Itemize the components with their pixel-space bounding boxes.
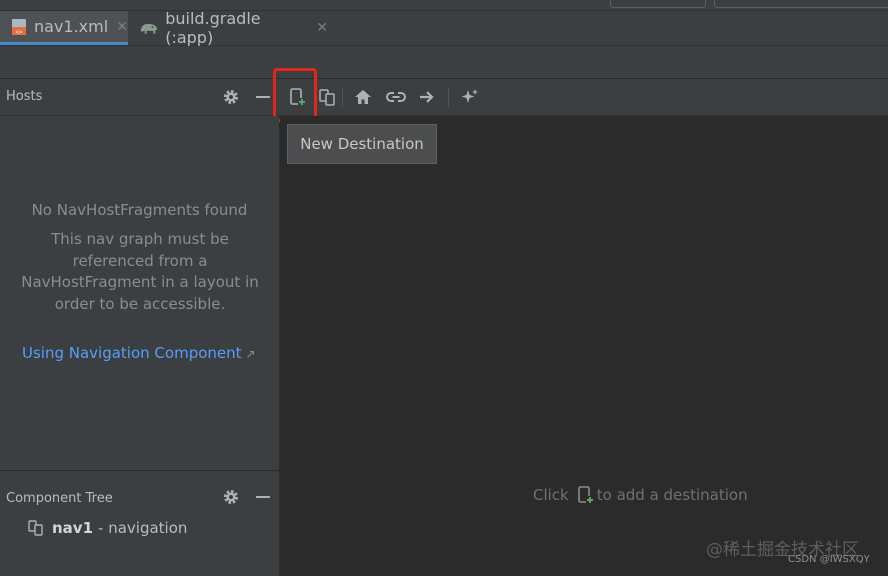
device-dropdown[interactable] <box>714 0 888 8</box>
link-icon[interactable] <box>384 85 408 109</box>
new-destination-icon[interactable] <box>575 485 595 505</box>
close-icon[interactable]: ✕ <box>316 20 328 36</box>
minus-icon[interactable] <box>251 485 275 509</box>
toolbar-separator <box>448 87 449 107</box>
nav-editor-toolbar: Hosts <box>0 79 888 116</box>
tab-label: build.gradle (:app) <box>165 9 261 47</box>
empty-hosts-title: No NavHostFragments found <box>31 201 248 219</box>
red-highlight-box <box>273 68 317 122</box>
magic-sparkle-icon[interactable] <box>458 85 482 109</box>
gear-icon[interactable] <box>219 85 243 109</box>
tab-nav1-xml[interactable]: <> nav1.xml ✕ <box>0 11 128 45</box>
tree-item-type: - navigation <box>98 519 188 537</box>
component-tree-title: Component Tree <box>6 491 113 506</box>
editor-tab-bar: <> nav1.xml ✕ build.gradle (:app) ✕ <box>0 9 888 47</box>
tree-item-nav1[interactable]: nav1 - navigation <box>28 519 187 537</box>
link-text: Using Navigation Component <box>22 344 242 362</box>
external-link-icon: ↗ <box>245 347 256 361</box>
svg-text:<>: <> <box>15 29 23 36</box>
nested-graph-icon <box>28 520 43 536</box>
secondary-toolbar <box>0 46 888 79</box>
xml-file-icon: <> <box>12 18 26 36</box>
gear-icon[interactable] <box>219 485 243 509</box>
gradle-elephant-icon <box>140 23 158 34</box>
empty-canvas-hint: Click to add a destination <box>533 485 748 505</box>
close-icon[interactable]: ✕ <box>116 19 128 35</box>
tab-build-gradle[interactable]: build.gradle (:app) ✕ <box>134 9 328 47</box>
hint-text-after: to add a destination <box>596 486 748 504</box>
arrow-right-icon[interactable] <box>415 85 439 109</box>
component-tree-header: Component Tree <box>0 470 279 517</box>
nav-graph-canvas[interactable]: Click to add a destination @稀土掘金技术社区 CSD… <box>280 116 888 576</box>
hint-text-before: Click <box>533 486 569 504</box>
tree-item-name: nav1 <box>52 519 94 537</box>
hosts-panel: No NavHostFragments found This nav graph… <box>0 116 279 470</box>
credit-text: CSDN @IWSXQY <box>788 554 870 565</box>
home-icon[interactable] <box>351 85 375 109</box>
hosts-panel-title: Hosts <box>6 89 43 104</box>
toolbar-separator <box>342 87 343 107</box>
using-navigation-link[interactable]: Using Navigation Component ↗ <box>22 344 256 362</box>
top-toolbar-strip <box>0 0 888 11</box>
tab-label: nav1.xml <box>34 17 109 36</box>
run-config-dropdown[interactable] <box>610 0 706 8</box>
minus-icon[interactable] <box>251 85 275 109</box>
nested-graph-icon[interactable] <box>315 85 339 109</box>
new-destination-tooltip: New Destination <box>287 124 437 164</box>
component-tree: nav1 - navigation <box>0 516 279 576</box>
empty-hosts-description: This nav graph must be referenced from a… <box>21 230 259 313</box>
